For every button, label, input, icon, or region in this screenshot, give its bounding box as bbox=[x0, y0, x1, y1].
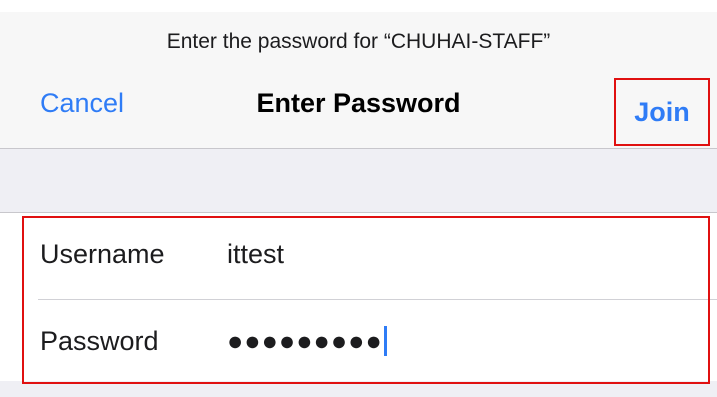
password-row[interactable]: Password ●●●●●●●●● bbox=[0, 300, 717, 384]
password-label: Password bbox=[40, 326, 159, 356]
username-field[interactable]: ittest bbox=[227, 239, 284, 270]
password-masked-value: ●●●●●●●●● bbox=[227, 326, 383, 356]
join-button-label: Join bbox=[634, 96, 690, 127]
credentials-form: Username ittest Password ●●●●●●●●● bbox=[0, 213, 717, 381]
dialog-header: Enter the password for “CHUHAI-STAFF” Ca… bbox=[0, 12, 717, 148]
username-row[interactable]: Username ittest bbox=[0, 213, 717, 297]
password-field[interactable]: ●●●●●●●●● bbox=[227, 325, 387, 357]
text-cursor bbox=[383, 325, 387, 356]
page-title: Enter Password bbox=[256, 88, 461, 118]
join-button[interactable]: Join bbox=[614, 78, 710, 146]
background-text-strip bbox=[0, 0, 717, 12]
username-label: Username bbox=[40, 239, 165, 269]
cropped-background-text bbox=[0, 0, 6, 12]
header-divider bbox=[0, 148, 717, 149]
row-divider bbox=[38, 299, 717, 300]
network-password-prompt: Enter the password for “CHUHAI-STAFF” bbox=[166, 30, 551, 53]
